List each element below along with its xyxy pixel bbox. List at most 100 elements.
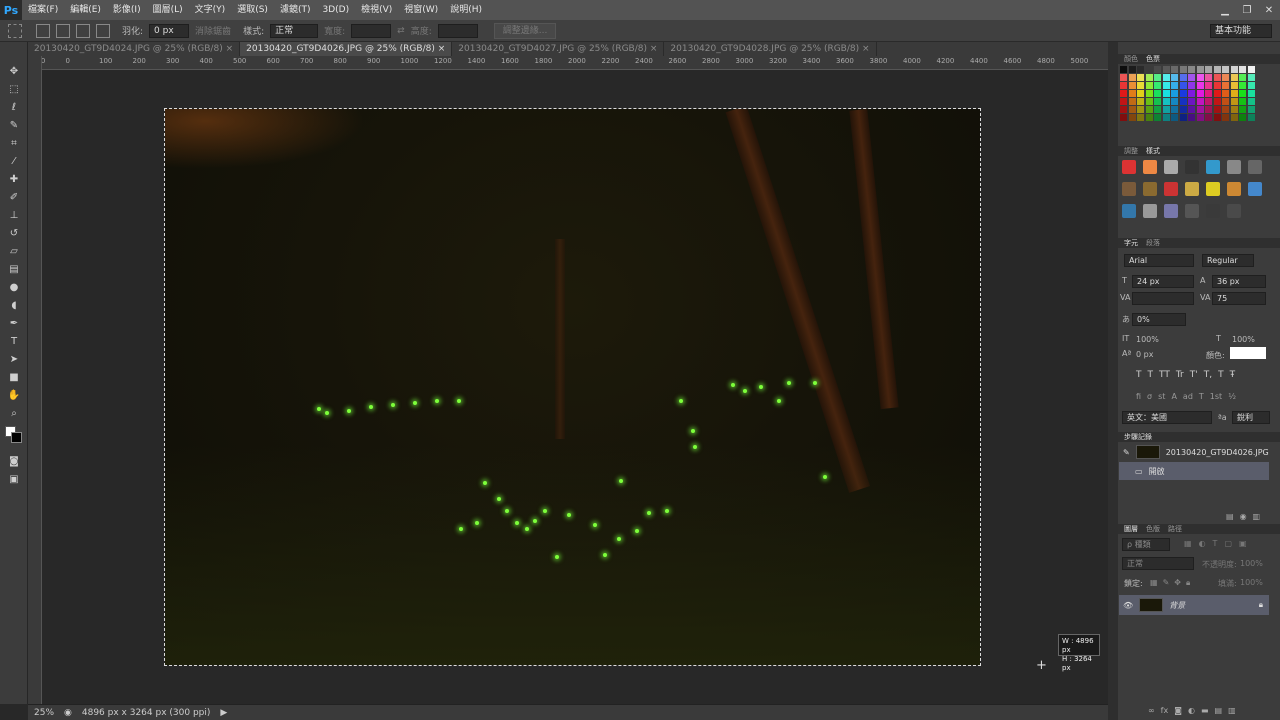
new-selection-icon[interactable] [36,23,50,38]
width-input[interactable] [351,23,392,38]
color-swatch[interactable] [1154,82,1161,89]
color-swatch[interactable] [1137,114,1144,121]
lock-all-icon[interactable]: 🔒︎ [1186,578,1190,588]
pen-tool-icon[interactable]: ✒ [0,314,28,332]
color-swatch[interactable] [1247,66,1255,73]
color-swatch[interactable] [1239,82,1246,89]
close-icon[interactable]: × [226,44,234,54]
eyedropper-tool-icon[interactable]: ⁄ [0,152,28,170]
tab-swatches[interactable]: 色票 [1146,54,1160,64]
color-swatch[interactable] [1213,106,1221,113]
color-swatch[interactable] [1137,106,1144,113]
language-select[interactable]: 英文：美國 [1122,411,1212,424]
color-swatch[interactable] [1196,82,1204,89]
style-preset[interactable] [1206,204,1220,218]
color-swatch[interactable] [1162,82,1170,89]
color-swatch[interactable] [1162,66,1170,73]
color-swatch[interactable] [1188,106,1195,113]
color-swatch[interactable] [1179,66,1187,73]
history-snapshot[interactable]: ✎ 20130420_GT9D4026.JPG [1119,443,1269,461]
tab-doc-4024[interactable]: 20130420_GT9D4024.JPG @ 25% (RGB/8) × [28,42,241,56]
link-layers-icon[interactable]: ∞ [1148,706,1155,716]
color-swatch[interactable] [1128,74,1136,81]
font-family-select[interactable]: Arial [1124,254,1194,267]
color-swatch[interactable] [1137,82,1144,89]
new-document-from-state-icon[interactable]: ▤ [1226,512,1234,522]
color-swatch[interactable] [1230,66,1238,73]
close-icon[interactable]: × [862,44,870,54]
color-swatch[interactable] [1171,90,1178,97]
color-swatch[interactable] [1196,114,1204,121]
color-swatch[interactable] [1120,74,1127,81]
subscript-button[interactable]: T, [1204,370,1212,380]
fractions-button[interactable]: ½ [1228,392,1236,401]
color-swatch[interactable] [1162,106,1170,113]
fill-value[interactable]: 100% [1240,578,1263,587]
styles-grid[interactable] [1122,160,1272,232]
lasso-tool-icon[interactable]: ℓ [0,98,28,116]
style-preset[interactable] [1206,182,1220,196]
tab-paragraph[interactable]: 段落 [1146,238,1160,248]
color-swatch[interactable] [1213,74,1221,81]
color-swatch[interactable] [1222,98,1229,105]
color-swatch[interactable] [1154,106,1161,113]
color-swatch[interactable] [1239,66,1246,73]
swatch-grid[interactable] [1120,66,1260,124]
color-swatch[interactable] [1120,82,1127,89]
color-swatch[interactable] [1196,74,1204,81]
shape-filter-icon[interactable]: ▢ [1224,539,1232,548]
layer-name[interactable]: 背景 [1169,600,1185,611]
style-preset[interactable] [1185,204,1199,218]
type-tool-icon[interactable]: T [0,332,28,350]
color-swatch[interactable] [1239,74,1246,81]
color-swatch[interactable] [1205,82,1212,89]
dodge-tool-icon[interactable]: ◖ [0,296,28,314]
menu-layer[interactable]: 圖層(L) [147,0,189,20]
color-swatches[interactable] [0,422,27,452]
color-swatch[interactable] [1196,90,1204,97]
color-swatch[interactable] [1188,98,1195,105]
shape-tool-icon[interactable]: ■ [0,368,28,386]
titling-alt-button[interactable]: T [1199,392,1204,401]
color-swatch[interactable] [1179,114,1187,121]
color-swatch[interactable] [1205,66,1212,73]
color-swatch[interactable] [1222,74,1229,81]
tab-layers[interactable]: 圖層 [1124,524,1138,534]
menu-filter[interactable]: 濾鏡(T) [274,0,317,20]
color-swatch[interactable] [1196,66,1204,73]
color-swatch[interactable] [1239,114,1246,121]
adjustment-filter-icon[interactable]: ◐ [1199,539,1206,548]
style-preset[interactable] [1143,204,1157,218]
color-swatch[interactable] [1239,106,1246,113]
color-swatch[interactable] [1171,74,1178,81]
color-swatch[interactable] [1179,82,1187,89]
color-swatch[interactable] [1179,98,1187,105]
swap-icon[interactable]: ⇄ [397,26,405,36]
screen-mode-icon[interactable]: ▣ [0,470,28,488]
color-swatch[interactable] [1154,74,1161,81]
color-swatch[interactable] [1145,106,1153,113]
style-preset[interactable] [1185,160,1199,174]
feather-input[interactable]: 0 px [149,23,190,38]
color-swatch[interactable] [1222,106,1229,113]
color-swatch[interactable] [1145,66,1153,73]
strikethrough-button[interactable]: Ŧ [1230,370,1236,380]
quick-select-tool-icon[interactable]: ✎ [0,116,28,134]
color-swatch[interactable] [1213,90,1221,97]
color-swatch[interactable] [1239,90,1246,97]
color-swatch[interactable] [1188,114,1195,121]
menu-type[interactable]: 文字(Y) [189,0,232,20]
stylistic-alt-button[interactable]: ad [1183,392,1193,401]
color-swatch[interactable] [1230,74,1238,81]
document-image[interactable] [164,108,981,666]
antialias-checkbox-label[interactable]: 消除鋸齒 [195,24,231,37]
color-swatch[interactable] [1145,90,1153,97]
new-group-icon[interactable]: ▬ [1201,706,1209,716]
zoom-level[interactable]: 25% [34,708,54,718]
style-preset[interactable] [1227,204,1241,218]
style-preset[interactable] [1185,182,1199,196]
move-tool-icon[interactable]: ✥ [0,62,28,80]
small-caps-button[interactable]: Tr [1176,370,1184,380]
color-swatch[interactable] [1205,98,1212,105]
blur-tool-icon[interactable]: ● [0,278,28,296]
